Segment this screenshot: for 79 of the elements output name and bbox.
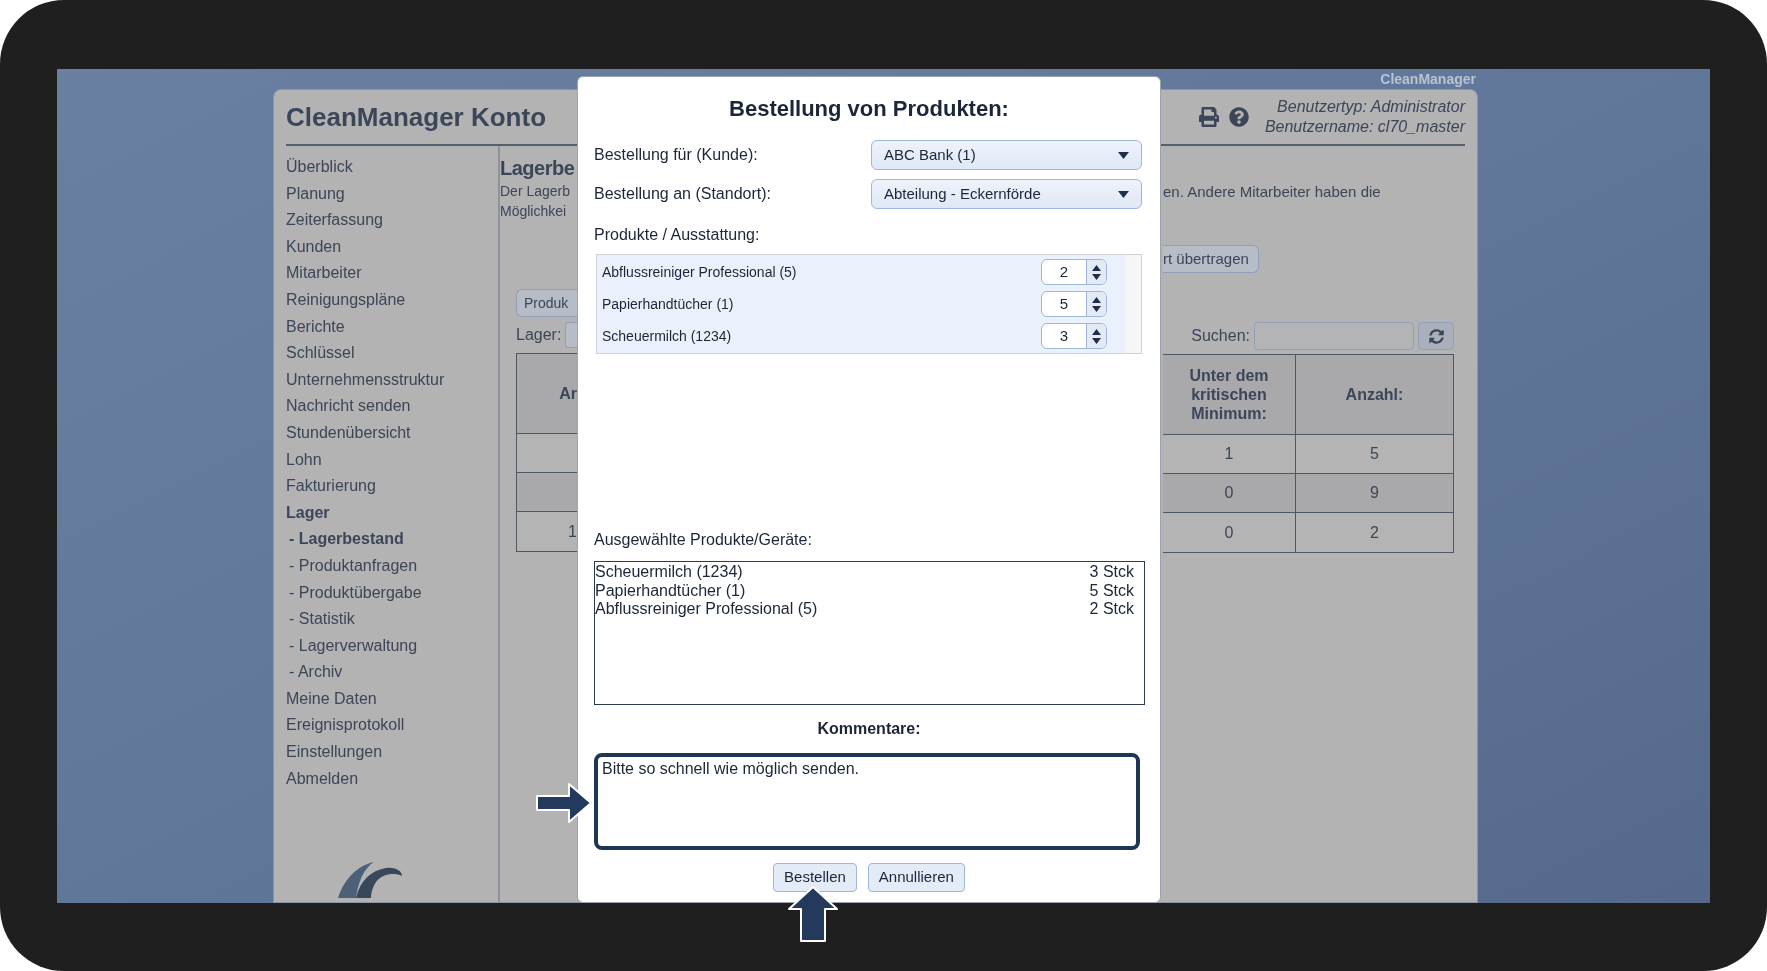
sidebar-item[interactable]: Ereignisprotokoll: [274, 712, 498, 740]
selected-item-name: Scheuermilch (1234): [595, 563, 743, 582]
help-icon: [1228, 107, 1249, 127]
username-text: Benutzername: cl70_master: [1264, 117, 1465, 137]
selected-item-amount: 2 Stck: [1089, 600, 1134, 619]
selected-item-amount: 5 Stck: [1089, 581, 1134, 600]
table-cell-text: 9: [1369, 483, 1380, 503]
spinner-arrows-icon: [1092, 328, 1101, 344]
sidebar-item[interactable]: Lohn: [274, 446, 498, 474]
product-name: Abflussreiniger Professional (5): [602, 262, 797, 282]
sidebar-subitem[interactable]: - Archiv: [274, 659, 498, 686]
section-label: Ausgewählte Produkte/Geräte:: [594, 530, 813, 550]
sidebar-subitem[interactable]: - Statistik: [274, 606, 498, 633]
sidebar-item[interactable]: Meine Daten: [274, 685, 498, 713]
sidebar-subitem[interactable]: - Lagerverwaltung: [274, 632, 498, 660]
quantity-spinner[interactable]: 5: [1041, 291, 1107, 317]
selected-item-name: Abflussreiniger Professional (5): [595, 600, 818, 619]
section-label: Produkte / Ausstattung:: [594, 225, 761, 245]
sidebar-item[interactable]: Lager: [274, 499, 498, 527]
caret-icon: [1118, 151, 1129, 159]
table-cell-text: 2: [1369, 522, 1380, 543]
selected-item-name: Papierhandtücher (1): [595, 581, 746, 600]
table-cell: 0: [1163, 513, 1296, 552]
page-heading: Lagerbe: [500, 156, 575, 181]
selected-item-amount: 3 Stck: [1089, 563, 1134, 582]
sidebar-item[interactable]: Berichte: [274, 313, 498, 341]
tab-button[interactable]: Produk: [516, 289, 577, 317]
description-text: Der Lagerb: [500, 182, 571, 201]
sidebar-item[interactable]: Nachricht senden: [274, 393, 498, 420]
dialog-title: Bestellung von Produkten:: [728, 96, 1010, 122]
sidebar-item[interactable]: Planung: [274, 180, 498, 208]
comment-field[interactable]: Bitte so schnell wie möglich senden.: [594, 753, 1140, 850]
product-name: Scheuermilch (1234): [602, 326, 732, 346]
caret-icon: [1118, 190, 1129, 198]
refresh-button[interactable]: [1418, 322, 1454, 350]
sidebar-item[interactable]: Stundenübersicht: [274, 419, 498, 447]
sidebar-item[interactable]: Kunden: [274, 233, 498, 261]
description-text: en. Andere Mitarbeiter haben die: [1163, 182, 1382, 202]
sidebar-item[interactable]: Abmelden: [274, 765, 498, 793]
table-header-cell: Ar: [517, 354, 577, 434]
dropdown-field[interactable]: ABC Bank (1): [871, 140, 1142, 170]
table-cell: 1: [1163, 435, 1296, 473]
lager-label: Lager:: [516, 325, 562, 345]
sidebar-subitem[interactable]: - Produktanfragen: [274, 552, 498, 580]
sidebar-item[interactable]: Mitarbeiter: [274, 260, 498, 287]
account-title: CleanManager Konto: [286, 100, 547, 134]
search-label: Suchen:: [1191, 326, 1250, 346]
product-name: Papierhandtücher (1): [602, 294, 734, 314]
user-type-text: Benutzertyp: Administrator: [1277, 97, 1465, 117]
sidebar-subitem[interactable]: - Lagerbestand: [274, 526, 498, 553]
table-cell: 0: [1163, 474, 1296, 512]
description-text: Möglichkei: [500, 202, 567, 221]
dropdown-field[interactable]: Abteilung - Eckernförde: [871, 179, 1142, 209]
app-name: CleanManager: [1380, 69, 1476, 89]
print-icon: [1198, 107, 1219, 127]
comment-label: Kommentare:: [816, 719, 922, 739]
search-field[interactable]: [1254, 322, 1414, 350]
dialog-button[interactable]: Bestellen: [773, 863, 857, 892]
sidebar-item[interactable]: Überblick: [274, 154, 498, 181]
dialog-button[interactable]: Annullieren: [867, 863, 965, 892]
sidebar-item[interactable]: Schlüssel: [274, 340, 498, 367]
sidebar-item[interactable]: Zeiterfassung: [274, 207, 498, 234]
field-label: Bestellung für (Kunde):: [594, 145, 759, 165]
table-header-cell: Unter dem kritischen Minimum:: [1163, 355, 1296, 434]
refresh-icon: [1428, 328, 1444, 344]
field-label: Bestellung an (Standort):: [594, 184, 772, 204]
quantity-spinner[interactable]: 2: [1041, 259, 1107, 285]
transfer-button[interactable]: rt übertragen: [1163, 245, 1259, 273]
sidebar-subitem[interactable]: - Produktübergabe: [274, 579, 498, 607]
sidebar-item[interactable]: Einstellungen: [274, 739, 498, 766]
sidebar-item[interactable]: Reinigungspläne: [274, 286, 498, 314]
sidebar-item[interactable]: Unternehmensstruktur: [274, 366, 498, 394]
quantity-spinner[interactable]: 3: [1041, 323, 1107, 349]
dropdown-field[interactable]: [565, 322, 577, 348]
spinner-arrows-icon: [1092, 296, 1101, 312]
sidebar-item[interactable]: Fakturierung: [274, 473, 498, 500]
table-header-cell-text: Anzahl:: [1344, 384, 1405, 405]
table-cell-text: 5: [1369, 444, 1380, 464]
spinner-arrows-icon: [1092, 264, 1101, 280]
